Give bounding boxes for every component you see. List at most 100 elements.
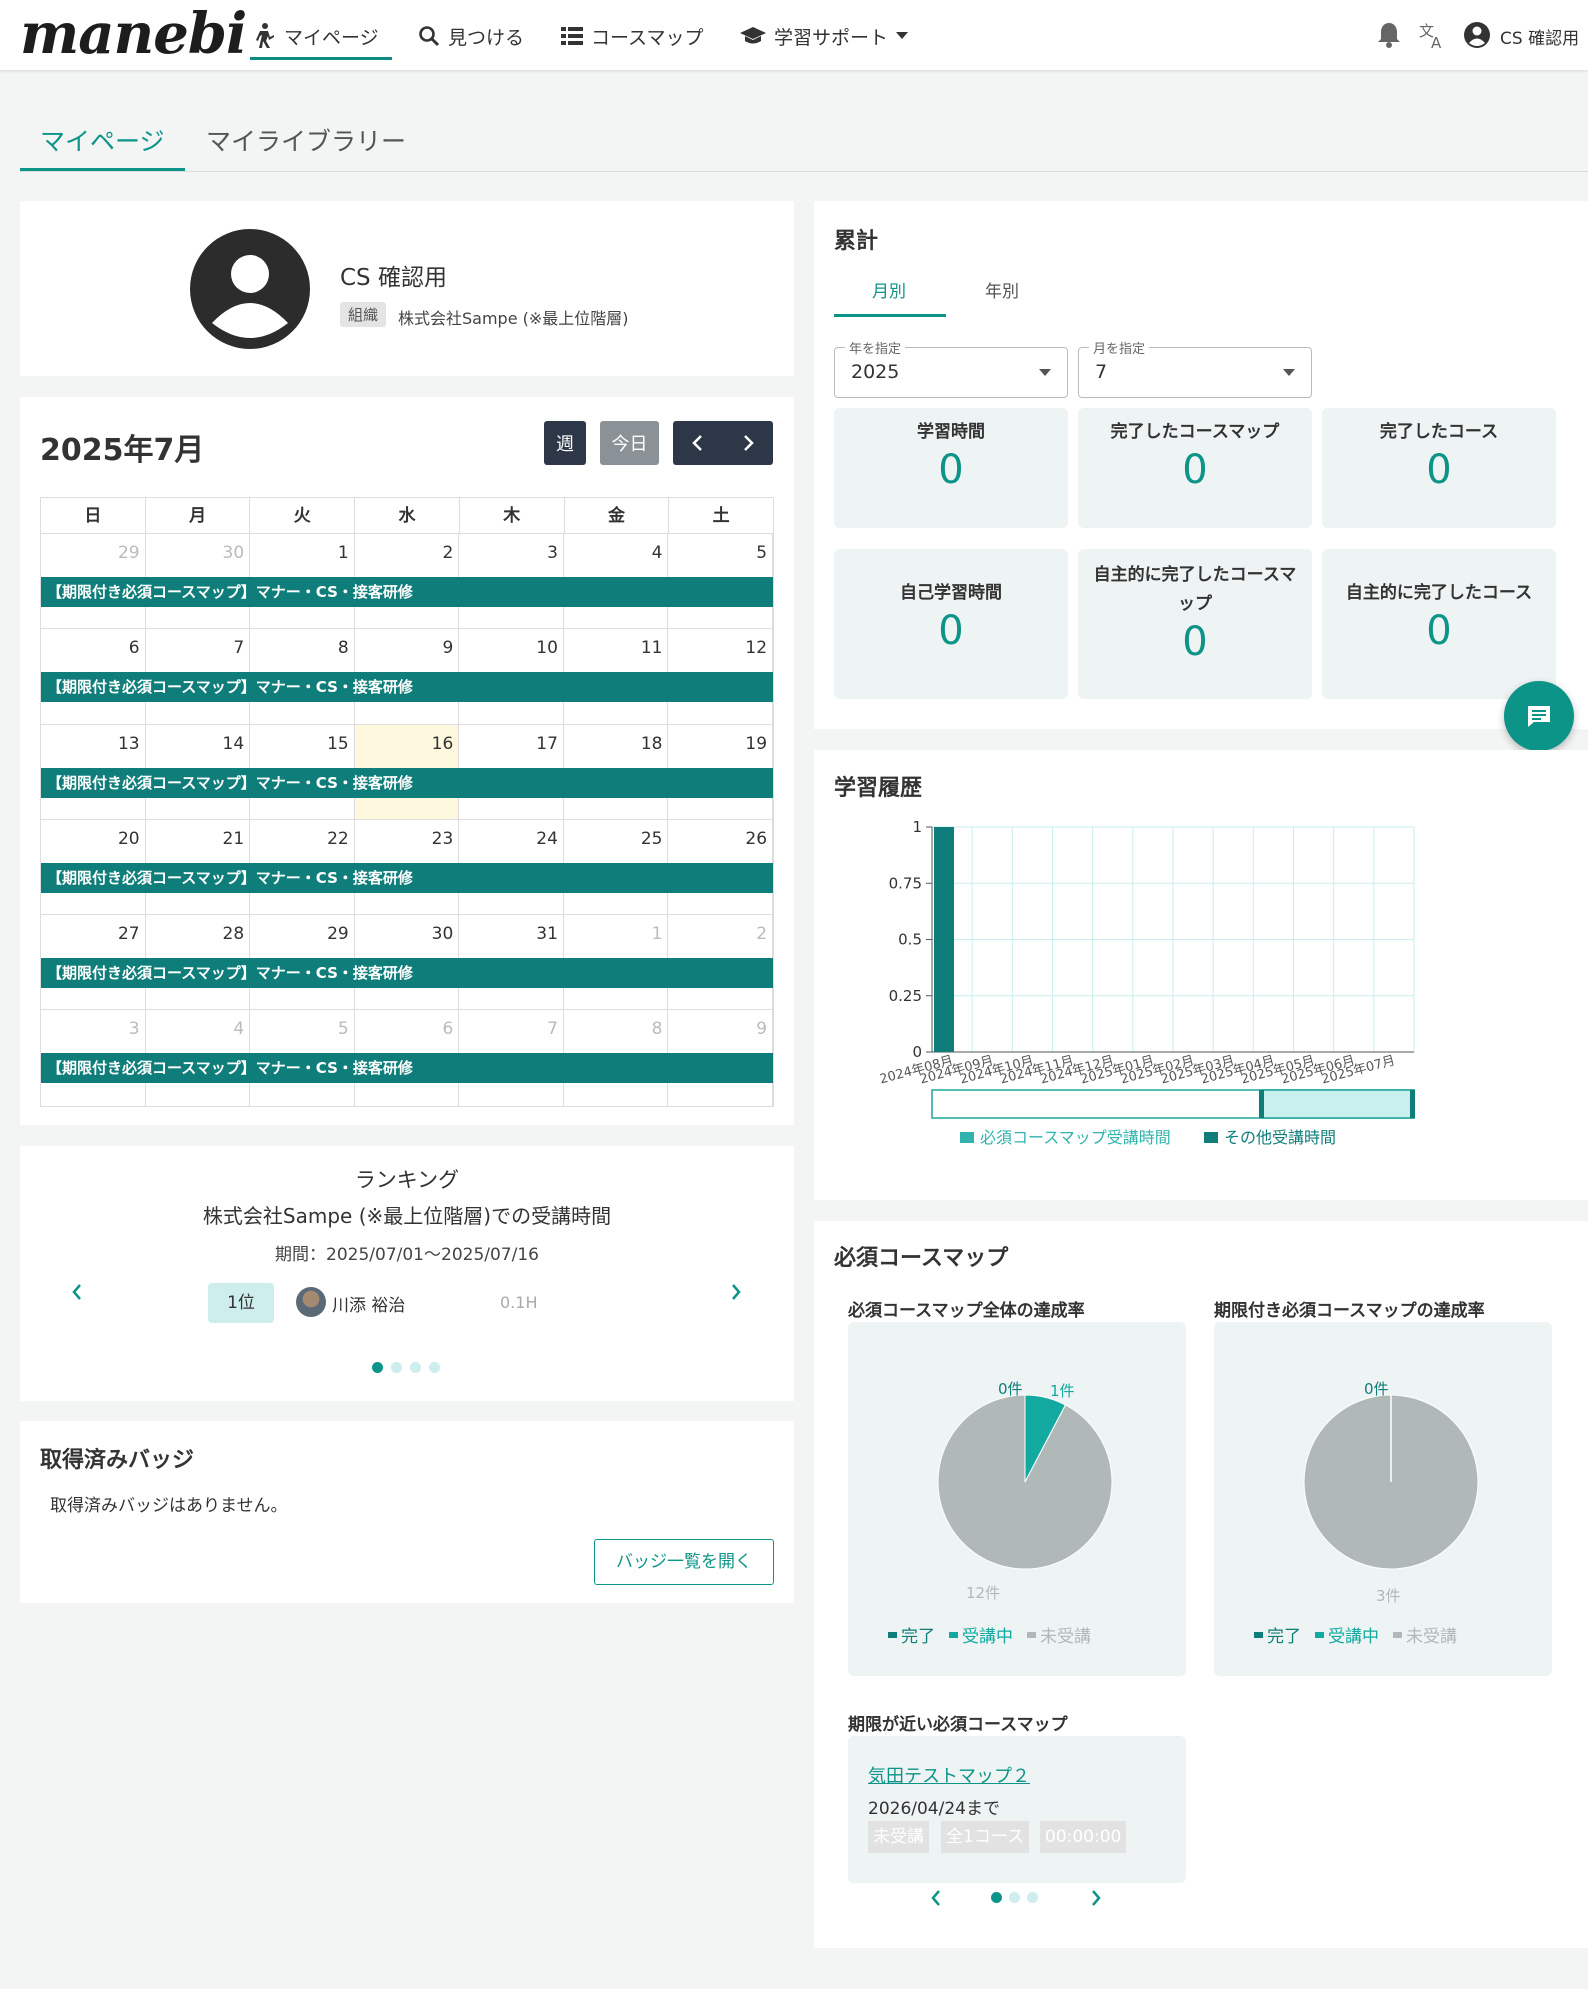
today-button[interactable]: 今日 [600, 421, 659, 465]
calendar-week-row: 20 21 22 23 24 25 26 【期限付き必須コースマップ】マナー・CS・接客研修 [41, 819, 774, 916]
nav-learning-support[interactable]: 学習サポート [740, 18, 909, 54]
carousel-dot[interactable] [429, 1362, 440, 1373]
chat-button[interactable] [1504, 681, 1574, 751]
overall-rate-title: 必須コースマップ全体の達成率 [848, 1301, 1085, 1321]
legend-swatch [1315, 1631, 1324, 1638]
chevron-right-icon[interactable] [729, 1282, 743, 1302]
nav-mypage[interactable]: マイページ [256, 18, 379, 54]
stat-value: 0 [938, 447, 964, 493]
overall-rate-pie: 0件 1件 12件 [937, 1380, 1113, 1602]
pie-slice [937, 1394, 1113, 1570]
weekday-wed: 水 [355, 498, 460, 533]
carousel-dot[interactable] [1027, 1892, 1038, 1903]
nav-find[interactable]: 見つける [418, 18, 524, 54]
tab-mypage[interactable]: マイページ [40, 122, 165, 158]
org-name: 株式会社Sampe (※最上位階層) [398, 309, 629, 328]
chat-icon [1528, 706, 1550, 727]
overall-rate-card: 0件 1件 12件 完了 受講中 未受講 [848, 1322, 1186, 1676]
carousel-dot-active[interactable] [372, 1362, 383, 1373]
legend-in-progress: 受講中 [1315, 1622, 1379, 1647]
calendar-event[interactable]: 【期限付き必須コースマップ】マナー・CS・接客研修 [41, 862, 773, 893]
y-tick-label: 0.75 [889, 874, 922, 892]
calendar-weekday-row: 日 月 火 水 木 金 土 [41, 498, 773, 534]
carousel-dot[interactable] [1009, 1892, 1020, 1903]
nav-coursemap[interactable]: コースマップ [561, 18, 703, 54]
legend-swatch [888, 1631, 897, 1638]
near-coursemap-link[interactable]: 気田テストマップ２ [868, 1762, 1030, 1788]
calendar-grid: 日 月 火 水 木 金 土 29 30 1 2 3 4 5 【期限付き必須コースマップ】マナー… [40, 497, 774, 1107]
list-icon [561, 27, 583, 45]
totals-tab-indicator [834, 314, 946, 317]
bell-icon[interactable] [1377, 22, 1401, 48]
legend-swatch [1254, 1631, 1263, 1638]
calendar-event[interactable]: 【期限付き必須コースマップ】マナー・CS・接客研修 [41, 672, 773, 703]
weekday-tue: 火 [250, 498, 356, 533]
caret-down-icon [1039, 369, 1051, 376]
month-select[interactable]: 月を指定 7 [1078, 338, 1312, 398]
top-header: manebi マイページ 見つける コースマップ 学習サポート 文 A CS 確… [0, 0, 1588, 70]
legend-label: 受講中 [962, 1627, 1013, 1647]
legend-label: その他受講時間 [1224, 1128, 1336, 1147]
badges-empty-message: 取得済みバッジはありません。 [50, 1496, 288, 1516]
near-coursemap-deadline: 2026/04/24まで [868, 1799, 1000, 1819]
legend-swatch [1393, 1631, 1402, 1638]
carousel-dot[interactable] [391, 1362, 402, 1373]
header-user-name[interactable]: CS 確認用 [1500, 24, 1579, 49]
range-slider-selection [1261, 1089, 1415, 1119]
legend-label: 未受講 [1040, 1627, 1091, 1647]
near-deadline-title: 期限が近い必須コースマップ [848, 1715, 1068, 1735]
pie-label-completed: 0件 [998, 1380, 1023, 1398]
tab-mylibrary[interactable]: マイライブラリー [206, 122, 406, 158]
calendar-event[interactable]: 【期限付き必須コースマップ】マナー・CS・接客研修 [41, 767, 773, 798]
pie-legend: 完了 受講中 未受講 [1254, 1622, 1457, 1647]
week-view-button[interactable]: 週 [544, 421, 586, 465]
chevron-left-icon[interactable] [929, 1888, 943, 1908]
y-tick-label: 0.5 [898, 931, 922, 949]
required-title: 必須コースマップ [834, 1246, 1009, 1271]
calendar-event[interactable]: 【期限付き必須コースマップ】マナー・CS・接客研修 [41, 577, 773, 607]
manebi-logo[interactable]: manebi [20, 2, 247, 66]
chevron-right-icon[interactable] [1089, 1888, 1103, 1908]
nav-label: コースマップ [591, 26, 704, 49]
org-badge: 組織 [340, 302, 387, 327]
stat-label: 完了したコースマップ [1110, 422, 1280, 442]
user-circle-icon[interactable] [1463, 21, 1491, 49]
open-badges-button[interactable]: バッジ一覧を開く [594, 1539, 774, 1585]
deadline-rate-pie: 0件 3件 [1303, 1380, 1479, 1605]
tab-yearly[interactable]: 年別 [985, 277, 1019, 302]
chevron-right-icon[interactable] [741, 434, 755, 452]
stat-learning-time: 学習時間 0 [834, 408, 1068, 528]
stat-label: 完了したコース [1379, 422, 1499, 442]
tab-divider [20, 171, 1588, 172]
ranking-hours: 0.1H [500, 1293, 538, 1312]
translate-icon[interactable]: 文 A [1418, 20, 1448, 50]
ranking-user-avatar [296, 1287, 326, 1317]
stat-self-completed-coursemaps: 自主的に完了したコースマップ 0 [1078, 549, 1312, 699]
year-select-value: 2025 [851, 361, 900, 383]
totals-title: 累計 [834, 229, 879, 254]
legend-label: 未受講 [1406, 1627, 1457, 1647]
legend-completed: 完了 [888, 1622, 935, 1647]
tab-monthly[interactable]: 月別 [872, 277, 906, 302]
calendar-event[interactable]: 【期限付き必須コースマップ】マナー・CS・接客研修 [41, 1053, 773, 1084]
stat-value: 0 [1426, 608, 1452, 654]
carousel-dot-active[interactable] [991, 1892, 1002, 1903]
ranking-position-badge: 1位 [208, 1283, 274, 1323]
avatar [190, 229, 310, 349]
stat-label: 自己学習時間 [900, 583, 1002, 603]
chevron-left-icon[interactable] [691, 434, 705, 452]
year-select[interactable]: 年を指定 2025 [834, 338, 1068, 398]
calendar-week-row: 13 14 15 16 17 18 19 【期限付き必須コースマップ】マナー・CS・接客研修 [41, 724, 774, 820]
chevron-left-icon[interactable] [70, 1282, 84, 1302]
duration-tag: 00:00:00 [1040, 1821, 1127, 1853]
y-tick-label: 0.25 [889, 987, 922, 1005]
stat-label: 自主的に完了したコース [1345, 583, 1533, 603]
calendar-event[interactable]: 【期限付き必須コースマップ】マナー・CS・接客研修 [41, 958, 773, 989]
weekday-thu: 木 [460, 498, 565, 533]
ranking-user-name: 川添 裕治 [332, 1296, 406, 1316]
carousel-dot[interactable] [410, 1362, 421, 1373]
weekday-sat: 土 [712, 506, 730, 526]
legend-swatch [949, 1631, 958, 1638]
history-bar [934, 827, 954, 1052]
legend-swatch [1027, 1631, 1036, 1638]
